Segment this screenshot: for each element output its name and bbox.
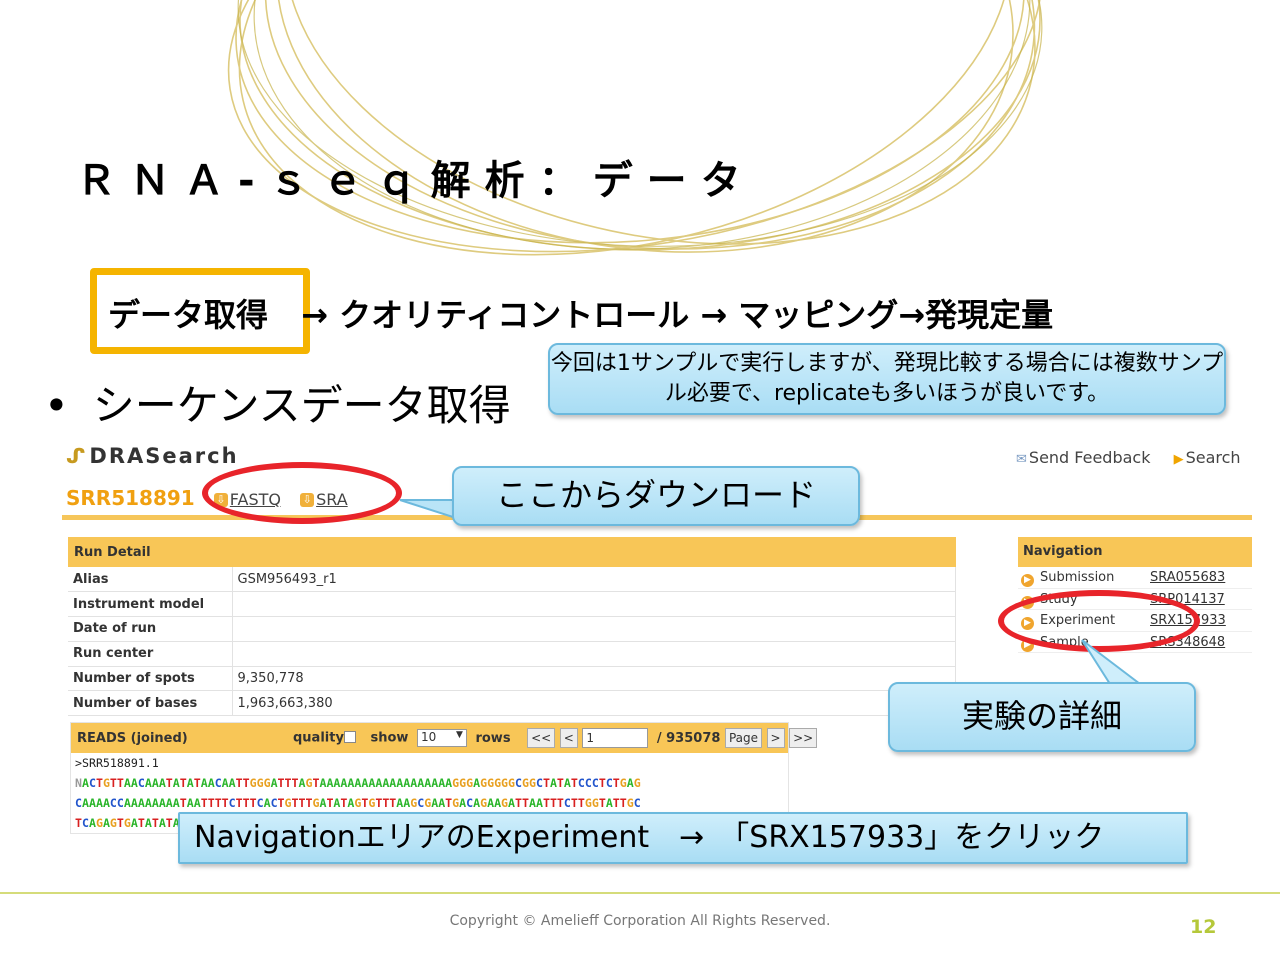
table-row: Number of spots 9,350,778 xyxy=(68,666,956,692)
download-highlight-ring xyxy=(202,462,402,524)
reads-controls: quality show 10 ▼ rows << < 1 / 935078 Pa… xyxy=(293,728,818,748)
accession-id: SRR518891 xyxy=(66,486,195,510)
reads-title: READS (joined) xyxy=(77,731,188,746)
expand-icon: ▶ xyxy=(1021,574,1034,587)
navigation-title: Navigation xyxy=(1018,537,1252,567)
rows-select[interactable]: 10 ▼ xyxy=(416,729,467,747)
copyright: Copyright © Amelieff Corporation All Rig… xyxy=(449,913,831,929)
first-page-button[interactable]: << xyxy=(527,728,556,748)
sequence-line: NACTGTTAACAAATATATAACAATTGGGATTTAGTAAAAA… xyxy=(75,776,641,790)
page-number: 12 xyxy=(1190,916,1217,938)
rows-label: rows xyxy=(475,730,511,746)
mail-icon: ✉ xyxy=(1016,452,1027,467)
sequence-line: CAAAACCAAAAAAAATAATTTTCTTTCACTGTTTGATATA… xyxy=(75,796,641,810)
table-row: Instrument model xyxy=(68,591,956,618)
download-callout: ここからダウンロード xyxy=(452,466,860,526)
workflow-steps: データ取得 → クオリティコントロール → マッピング→発現定量 xyxy=(108,290,1053,336)
total-pages: / 935078 xyxy=(656,730,721,746)
footer-divider xyxy=(0,892,1280,894)
table-row: Run center xyxy=(68,641,956,667)
bullet-text: シーケンスデータ取得 xyxy=(92,381,511,430)
search-link[interactable]: Search xyxy=(1186,448,1241,467)
quality-checkbox[interactable] xyxy=(343,730,356,743)
flow-steps-rest: → クオリティコントロール → マッピング→発現定量 xyxy=(301,296,1054,334)
table-row: Alias GSM956493_r1 xyxy=(68,567,956,593)
instruction-callout: NavigationエリアのExperiment → 「SRX157933」をク… xyxy=(178,812,1188,864)
next-page-button[interactable]: > xyxy=(766,728,785,748)
page-input[interactable]: 1 xyxy=(582,728,649,748)
table-row: Number of bases 1,963,663,380 xyxy=(68,690,956,717)
run-detail-table: Run Detail Alias GSM956493_r1 Instrument … xyxy=(68,537,956,717)
reads-header: READS (joined) quality show 10 ▼ rows << … xyxy=(71,723,818,753)
send-feedback-link[interactable]: Send Feedback xyxy=(1029,448,1151,467)
dna-helix-icon: ᔑ xyxy=(66,444,88,468)
chevron-down-icon: ▼ xyxy=(456,730,463,740)
experiment-callout: 実験の詳細 xyxy=(888,682,1196,752)
flow-step-current: データ取得 xyxy=(108,296,269,334)
experiment-highlight-ring xyxy=(998,590,1200,652)
read-header: >SRR518891.1 xyxy=(75,756,159,770)
top-links: ✉ Send Feedback ▶ Search xyxy=(1016,448,1241,467)
bullet-item: • シーケンスデータ取得 xyxy=(44,372,511,433)
page-button[interactable]: Page xyxy=(724,728,762,748)
dra-logo-text: DRASearch xyxy=(89,444,239,468)
slide-title: ＲＮＡ-ｓｅｑ解析：データ xyxy=(76,158,755,204)
last-page-button[interactable]: >> xyxy=(789,728,818,748)
arrow-icon: ▶ xyxy=(1173,452,1184,467)
run-detail-title: Run Detail xyxy=(68,537,956,567)
bullet-icon: • xyxy=(44,381,69,430)
show-label: show xyxy=(370,730,409,746)
submission-link[interactable]: SRA055683 xyxy=(1150,570,1225,585)
dra-logo: ᔑDRASearch xyxy=(66,444,239,468)
quality-label: quality xyxy=(293,730,344,746)
table-row: Date of run xyxy=(68,616,956,642)
nav-item-submission: ▶ Submission SRA055683 xyxy=(1018,567,1252,589)
prev-page-button[interactable]: < xyxy=(559,728,578,748)
note-callout: 今回は1サンプルで実行しますが、発現比較する場合には複数サンプル必要で、repl… xyxy=(548,343,1226,415)
